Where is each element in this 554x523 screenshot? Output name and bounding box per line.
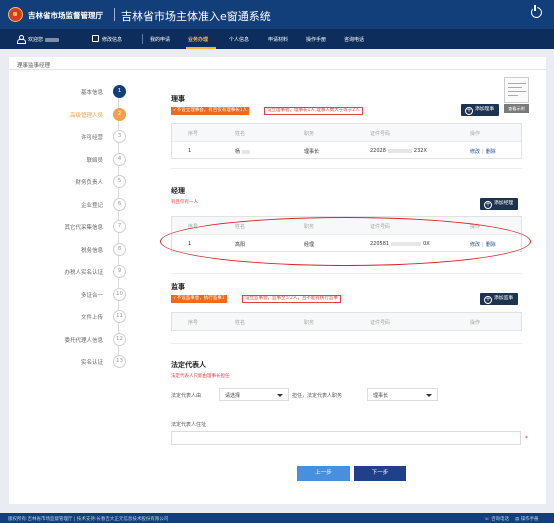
- table-header: 序号 姓名 职务 证件号码 操作: [172, 313, 521, 330]
- board-option-single[interactable]: ✓不设立理事会，有且仅有理事长1人: [171, 107, 250, 115]
- footer: 版权所有:吉林省市场监督管理厅 | 技术支持:长春吉大正元信息技术股份有限公司 …: [0, 513, 554, 523]
- nav-manual[interactable]: 操作手册: [306, 36, 326, 43]
- legal-rep-title-select[interactable]: 理事长: [367, 388, 438, 401]
- footer-copyright: 版权所有:吉林省市场监督管理厅 | 技术支持:长春吉大正元信息技术股份有限公司: [8, 517, 169, 522]
- step-11[interactable]: 文件上传 11: [40, 310, 128, 324]
- step-4[interactable]: 联络员 4: [40, 152, 128, 167]
- step-10[interactable]: 多证合一 10: [40, 287, 128, 302]
- nav-materials[interactable]: 申请材料: [268, 36, 288, 43]
- board-title: 理事: [171, 95, 185, 103]
- add-board-member-button[interactable]: 添加理事: [461, 104, 500, 116]
- step-7[interactable]: 其它代采集信息 7: [40, 220, 128, 234]
- legal-rep-person-select[interactable]: 请选择: [219, 388, 289, 401]
- board-option-council[interactable]: 设立理事会，理事长1人,理事人数大于等于2人: [264, 107, 363, 115]
- header-divider: [114, 8, 115, 21]
- step-8[interactable]: 税务信息 8: [40, 242, 128, 257]
- manager-title: 经理: [171, 187, 185, 195]
- edit-icon: [92, 35, 99, 42]
- welcome-text: 欢迎您: [28, 36, 60, 43]
- top-header: 吉林省市场监督管理厅 吉林省市场主体准入e窗通系统: [0, 0, 554, 29]
- section-divider: [171, 168, 522, 169]
- legal-rep-address-input[interactable]: [171, 431, 521, 445]
- table-header: 序号 姓名 职务 证件号码 操作: [172, 124, 521, 141]
- next-step-button[interactable]: 下一步: [354, 466, 406, 481]
- org-name: 吉林省市场监督管理厅: [28, 11, 103, 20]
- view-example-button[interactable]: 查看示例: [504, 104, 529, 113]
- legal-rep-title-label: 担任，法定代表人职务: [292, 393, 343, 399]
- legal-rep-by-label: 法定代表人由: [171, 393, 202, 399]
- step-1[interactable]: 基本信息 1: [40, 85, 128, 99]
- section-divider: [171, 273, 522, 274]
- nav-my-applications[interactable]: 我的申请: [150, 36, 170, 43]
- example-thumbnail[interactable]: [504, 77, 529, 103]
- required-mark: *: [525, 435, 528, 442]
- nav-business[interactable]: 业务办理: [188, 36, 208, 43]
- step-6[interactable]: 企业登记 6: [40, 197, 128, 212]
- board-table: 序号 姓名 职务 证件号码 操作 1 杨 理事长 22028 232X 修改 | 删除: [171, 123, 522, 159]
- footer-help-link[interactable]: ☏ 咨询电话: [484, 516, 509, 522]
- prev-step-button[interactable]: 上一步: [297, 466, 350, 481]
- legal-rep-address-label: 法定代表人住址: [171, 422, 207, 428]
- legal-rep-title: 法定代表人: [171, 361, 206, 369]
- manager-note: 有且仅有一人: [171, 200, 198, 205]
- step-3[interactable]: 许可经营 3: [40, 130, 128, 144]
- edit-link[interactable]: 修改: [470, 149, 480, 155]
- nav-divider: [142, 34, 143, 44]
- step-2[interactable]: 高级管理人员 2: [40, 107, 128, 122]
- delete-link[interactable]: 删除: [486, 149, 496, 155]
- table-row: 1 杨 理事长 22028 232X 修改 | 删除: [172, 141, 521, 158]
- footer-manual-link[interactable]: ▤ 操作手册: [515, 516, 539, 522]
- supervisor-option-exec[interactable]: ✓不设监事会，执行监事1: [171, 295, 227, 303]
- system-title: 吉林省市场主体准入e窗通系统: [121, 10, 271, 23]
- step-9[interactable]: 办税人实名认证 9: [40, 265, 128, 279]
- add-supervisor-button[interactable]: 添加监事: [480, 293, 519, 305]
- panel-title: 理事监事经理: [9, 57, 546, 70]
- nav-bar: 欢迎您 修改信息 我的申请 业务办理 个人信息 申请材料 操作手册 咨询电话: [0, 29, 554, 49]
- highlight-annotation: [160, 217, 531, 266]
- step-13[interactable]: 实名认证 13: [40, 355, 128, 369]
- supervisor-option-council[interactable]: 设立监事会，监事至少2人，且不能有执行监事: [242, 295, 341, 303]
- legal-rep-note: 法定代表人只能由理事长担任: [171, 374, 230, 379]
- supervisor-table: 序号 姓名 职务 证件号码 操作: [171, 312, 522, 331]
- section-divider: [171, 343, 522, 344]
- user-icon: [17, 35, 26, 44]
- nav-personal-info[interactable]: 个人信息: [229, 36, 249, 43]
- nav-hotline[interactable]: 咨询电话: [344, 36, 364, 43]
- step-5[interactable]: 财务负责人 5: [40, 175, 128, 189]
- edit-profile-link[interactable]: 修改信息: [102, 36, 122, 43]
- national-emblem-icon: [8, 7, 23, 22]
- add-manager-button[interactable]: 添加经理: [480, 198, 519, 210]
- step-12[interactable]: 委托代理人信息 12: [40, 332, 128, 347]
- active-nav-indicator: [186, 47, 216, 49]
- power-icon[interactable]: [531, 4, 542, 18]
- supervisor-title: 监事: [171, 283, 185, 291]
